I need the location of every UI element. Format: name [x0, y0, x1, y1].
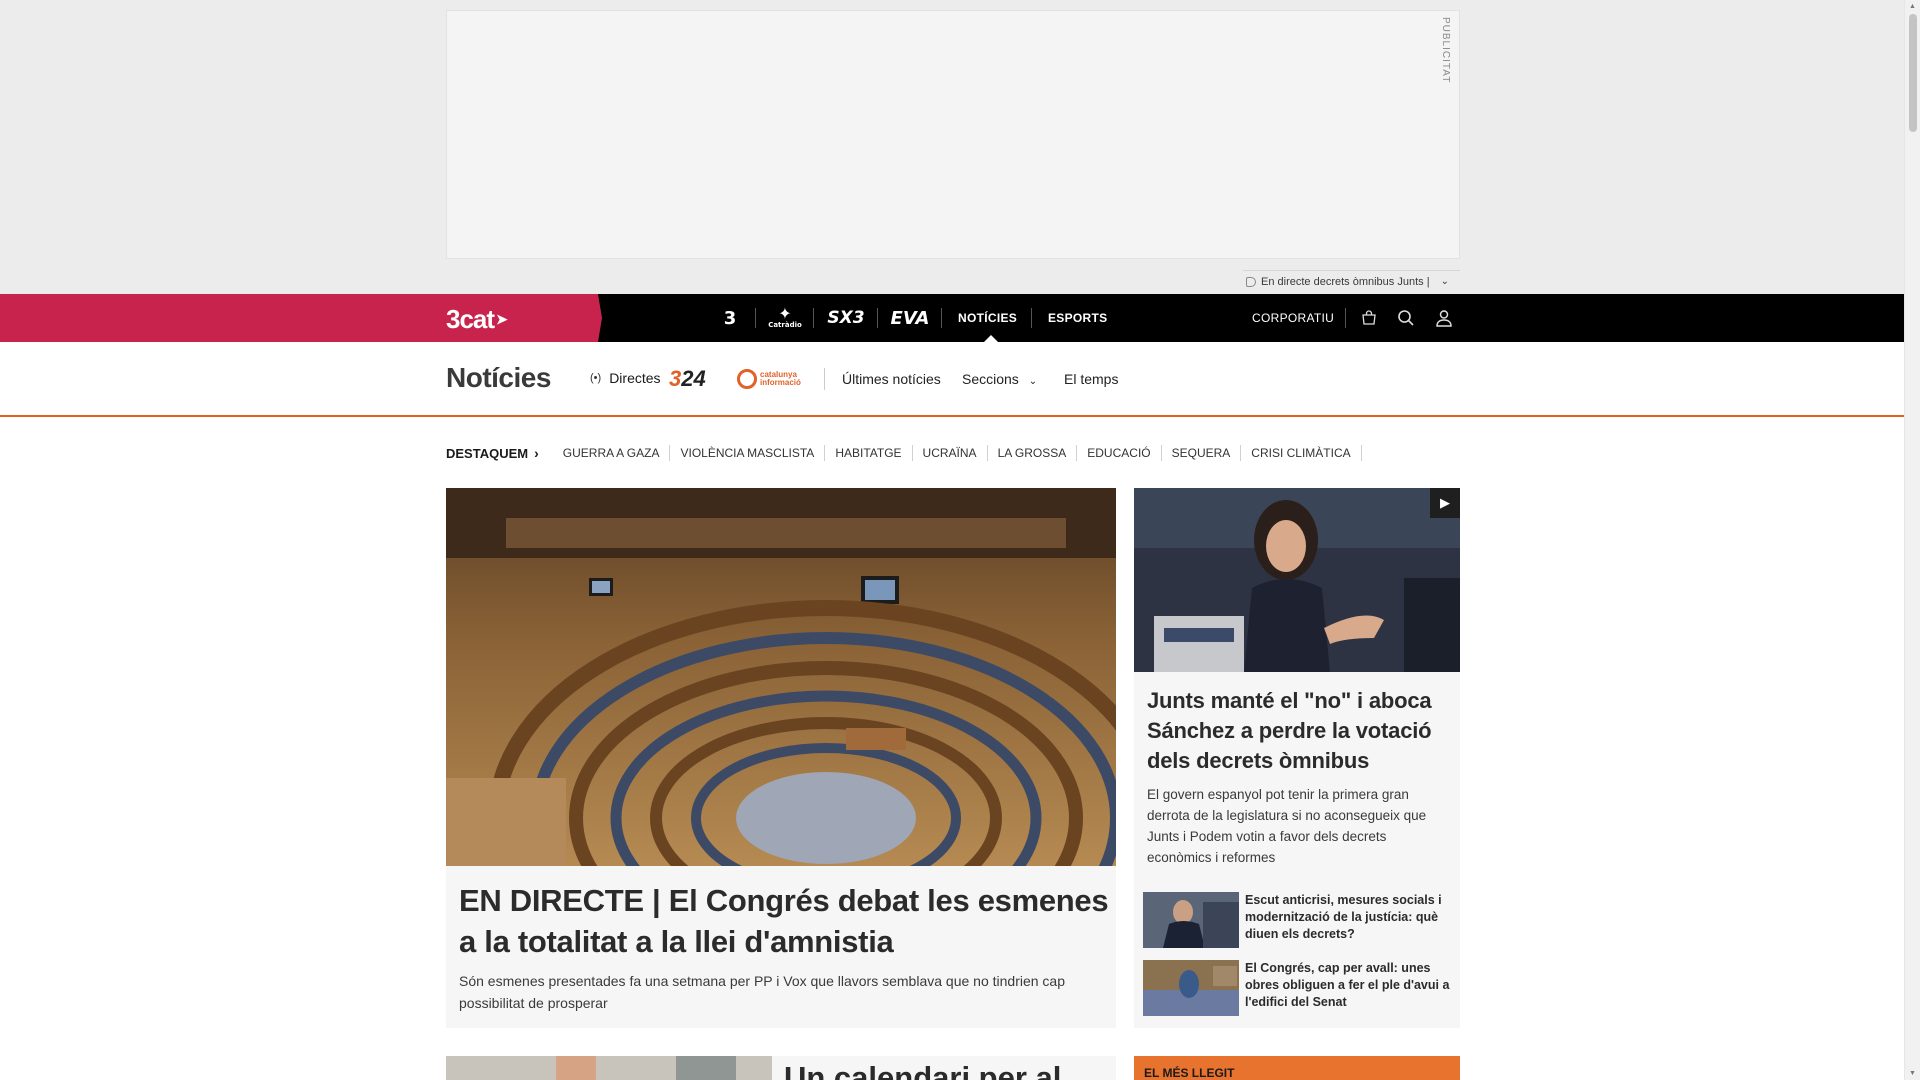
most-read-header: EL MÉS LLEGIT — [1134, 1056, 1460, 1080]
story-thumbnail[interactable] — [446, 1056, 772, 1080]
live-broadcast-icon: (•) — [590, 372, 602, 384]
tag-icon — [1246, 276, 1256, 287]
destaquem-item[interactable]: GUERRA A GAZA — [553, 445, 671, 461]
nav-divider — [1031, 308, 1032, 328]
page-title[interactable]: Notícies — [446, 362, 551, 394]
story-card[interactable]: Un calendari per al — [772, 1056, 1116, 1080]
main-story-headline[interactable]: EN DIRECTE | El Congrés debat les esmene… — [459, 880, 1109, 962]
channel-catradio[interactable]: ✦ Catràdio — [756, 294, 814, 342]
destaquem-item[interactable]: HABITATGE — [825, 445, 913, 461]
nav-corporatiu[interactable]: CORPORATIU — [1252, 294, 1334, 342]
channel-eva[interactable]: EVA — [878, 294, 942, 342]
related-story-title[interactable]: El Congrés, cap per avall: unes obres ob… — [1245, 960, 1455, 1016]
link-el-temps[interactable]: El temps — [1064, 371, 1118, 387]
live-ticker[interactable]: En directe decrets òmnibus Junts | ⌄ — [1243, 270, 1460, 292]
destaquem-item[interactable]: EDUCACIÓ — [1077, 445, 1162, 461]
user-icon[interactable] — [1432, 306, 1456, 330]
side-story-summary: El govern espanyol pot tenir la primera … — [1147, 787, 1427, 865]
brand-logo[interactable]: 3cat ➤ — [446, 304, 508, 335]
catradio-icon: ✦ — [778, 304, 792, 323]
scrollbar[interactable]: ▲ ▼ — [1904, 0, 1920, 1080]
main-story-summary: Són esmenes presentades fa una setmana p… — [459, 973, 1066, 1011]
directes-link[interactable]: (•) Directes — [590, 370, 661, 386]
channel-catradio-label: Catràdio — [768, 321, 802, 329]
ad-zone: PUBLICITAT En directe decrets òmnibus Ju… — [0, 0, 1904, 294]
nav-divider — [1345, 308, 1346, 328]
nav-noticies[interactable]: NOTÍCIES — [958, 294, 1017, 342]
destaquem-item[interactable]: SEQUERA — [1162, 445, 1242, 461]
related-story[interactable]: El Congrés, cap per avall: unes obres ob… — [1143, 960, 1455, 1016]
brand-name: 3cat — [446, 304, 495, 334]
directes-label: Directes — [609, 370, 661, 386]
logo-324[interactable]: 324 — [669, 366, 706, 392]
destaquem-bar: DESTAQUEM › GUERRA A GAZA VIOLÈNCIA MASCL… — [446, 445, 1362, 461]
ad-banner[interactable]: PUBLICITAT — [446, 10, 1460, 259]
scroll-down-icon[interactable]: ▼ — [1909, 1070, 1916, 1077]
chevron-right-icon: › — [534, 445, 539, 461]
related-story-thumbnail[interactable] — [1143, 892, 1239, 948]
chevron-down-icon: ⌄ — [1028, 376, 1038, 387]
chevron-down-icon[interactable]: ⌄ — [1441, 276, 1449, 287]
destaquem-item[interactable]: UCRAÏNA — [913, 445, 988, 461]
related-story-thumbnail[interactable] — [1143, 960, 1239, 1016]
logo-catalunya-informacio[interactable]: catalunya informació — [737, 369, 820, 389]
ticker-text: En directe decrets òmnibus Junts | — [1261, 275, 1430, 288]
main-story-image[interactable] — [446, 488, 1116, 866]
side-story-headline[interactable]: Junts manté el "no" i aboca Sánchez a pe… — [1147, 686, 1452, 776]
logo-ci-label: catalunya informació — [760, 370, 801, 387]
destaquem-item[interactable]: CRISI CLIMÀTICA — [1241, 445, 1362, 461]
channel-eva-label: EVA — [890, 307, 930, 329]
seccions-label: Seccions — [962, 371, 1019, 387]
video-play-icon[interactable]: ▶ — [1430, 488, 1460, 518]
section-header: Notícies (•) Directes 324 catalunya info… — [0, 342, 1904, 417]
catalunya-informacio-icon — [737, 369, 757, 389]
section-divider — [824, 368, 825, 390]
channel-tv3[interactable]: 3 — [704, 294, 756, 342]
link-seccions[interactable]: Seccions ⌄ — [962, 371, 1037, 387]
main-story-card[interactable]: EN DIRECTE | El Congrés debat les esmene… — [446, 488, 1116, 1028]
channel-tv3-label: 3 — [723, 307, 737, 329]
brand-arrow-icon: ➤ — [496, 311, 508, 327]
side-story-image[interactable]: ▶ — [1134, 488, 1460, 672]
main-navbar: 3cat ➤ 3 ✦ Catràdio SX3 EVA NOTÍCIES ESPO… — [0, 294, 1904, 342]
destaquem-lead[interactable]: DESTAQUEM › — [446, 445, 539, 461]
side-story-card[interactable]: ▶ Junts manté el "no" i aboca Sánchez a … — [1134, 488, 1460, 1028]
related-story-title[interactable]: Escut anticrisi, mesures socials i moder… — [1245, 892, 1455, 948]
destaquem-label: DESTAQUEM — [446, 446, 529, 461]
scrollbar-thumb[interactable] — [1909, 14, 1917, 132]
destaquem-item[interactable]: VIOLÈNCIA MASCLISTA — [670, 445, 826, 461]
channel-sx3-label: SX3 — [827, 308, 865, 328]
cart-icon[interactable] — [1357, 306, 1381, 330]
destaquem-item[interactable]: LA GROSSA — [988, 445, 1078, 461]
scroll-up-icon[interactable]: ▲ — [1909, 3, 1916, 10]
story-headline[interactable]: Un calendari per al — [784, 1060, 1061, 1080]
brand-block — [0, 294, 602, 342]
related-story[interactable]: Escut anticrisi, mesures socials i moder… — [1143, 892, 1455, 948]
ad-label: PUBLICITAT — [1440, 17, 1451, 84]
link-ultimes-noticies[interactable]: Últimes notícies — [842, 371, 941, 387]
channel-sx3[interactable]: SX3 — [814, 294, 878, 342]
search-icon[interactable] — [1394, 306, 1418, 330]
nav-esports[interactable]: ESPORTS — [1048, 294, 1107, 342]
